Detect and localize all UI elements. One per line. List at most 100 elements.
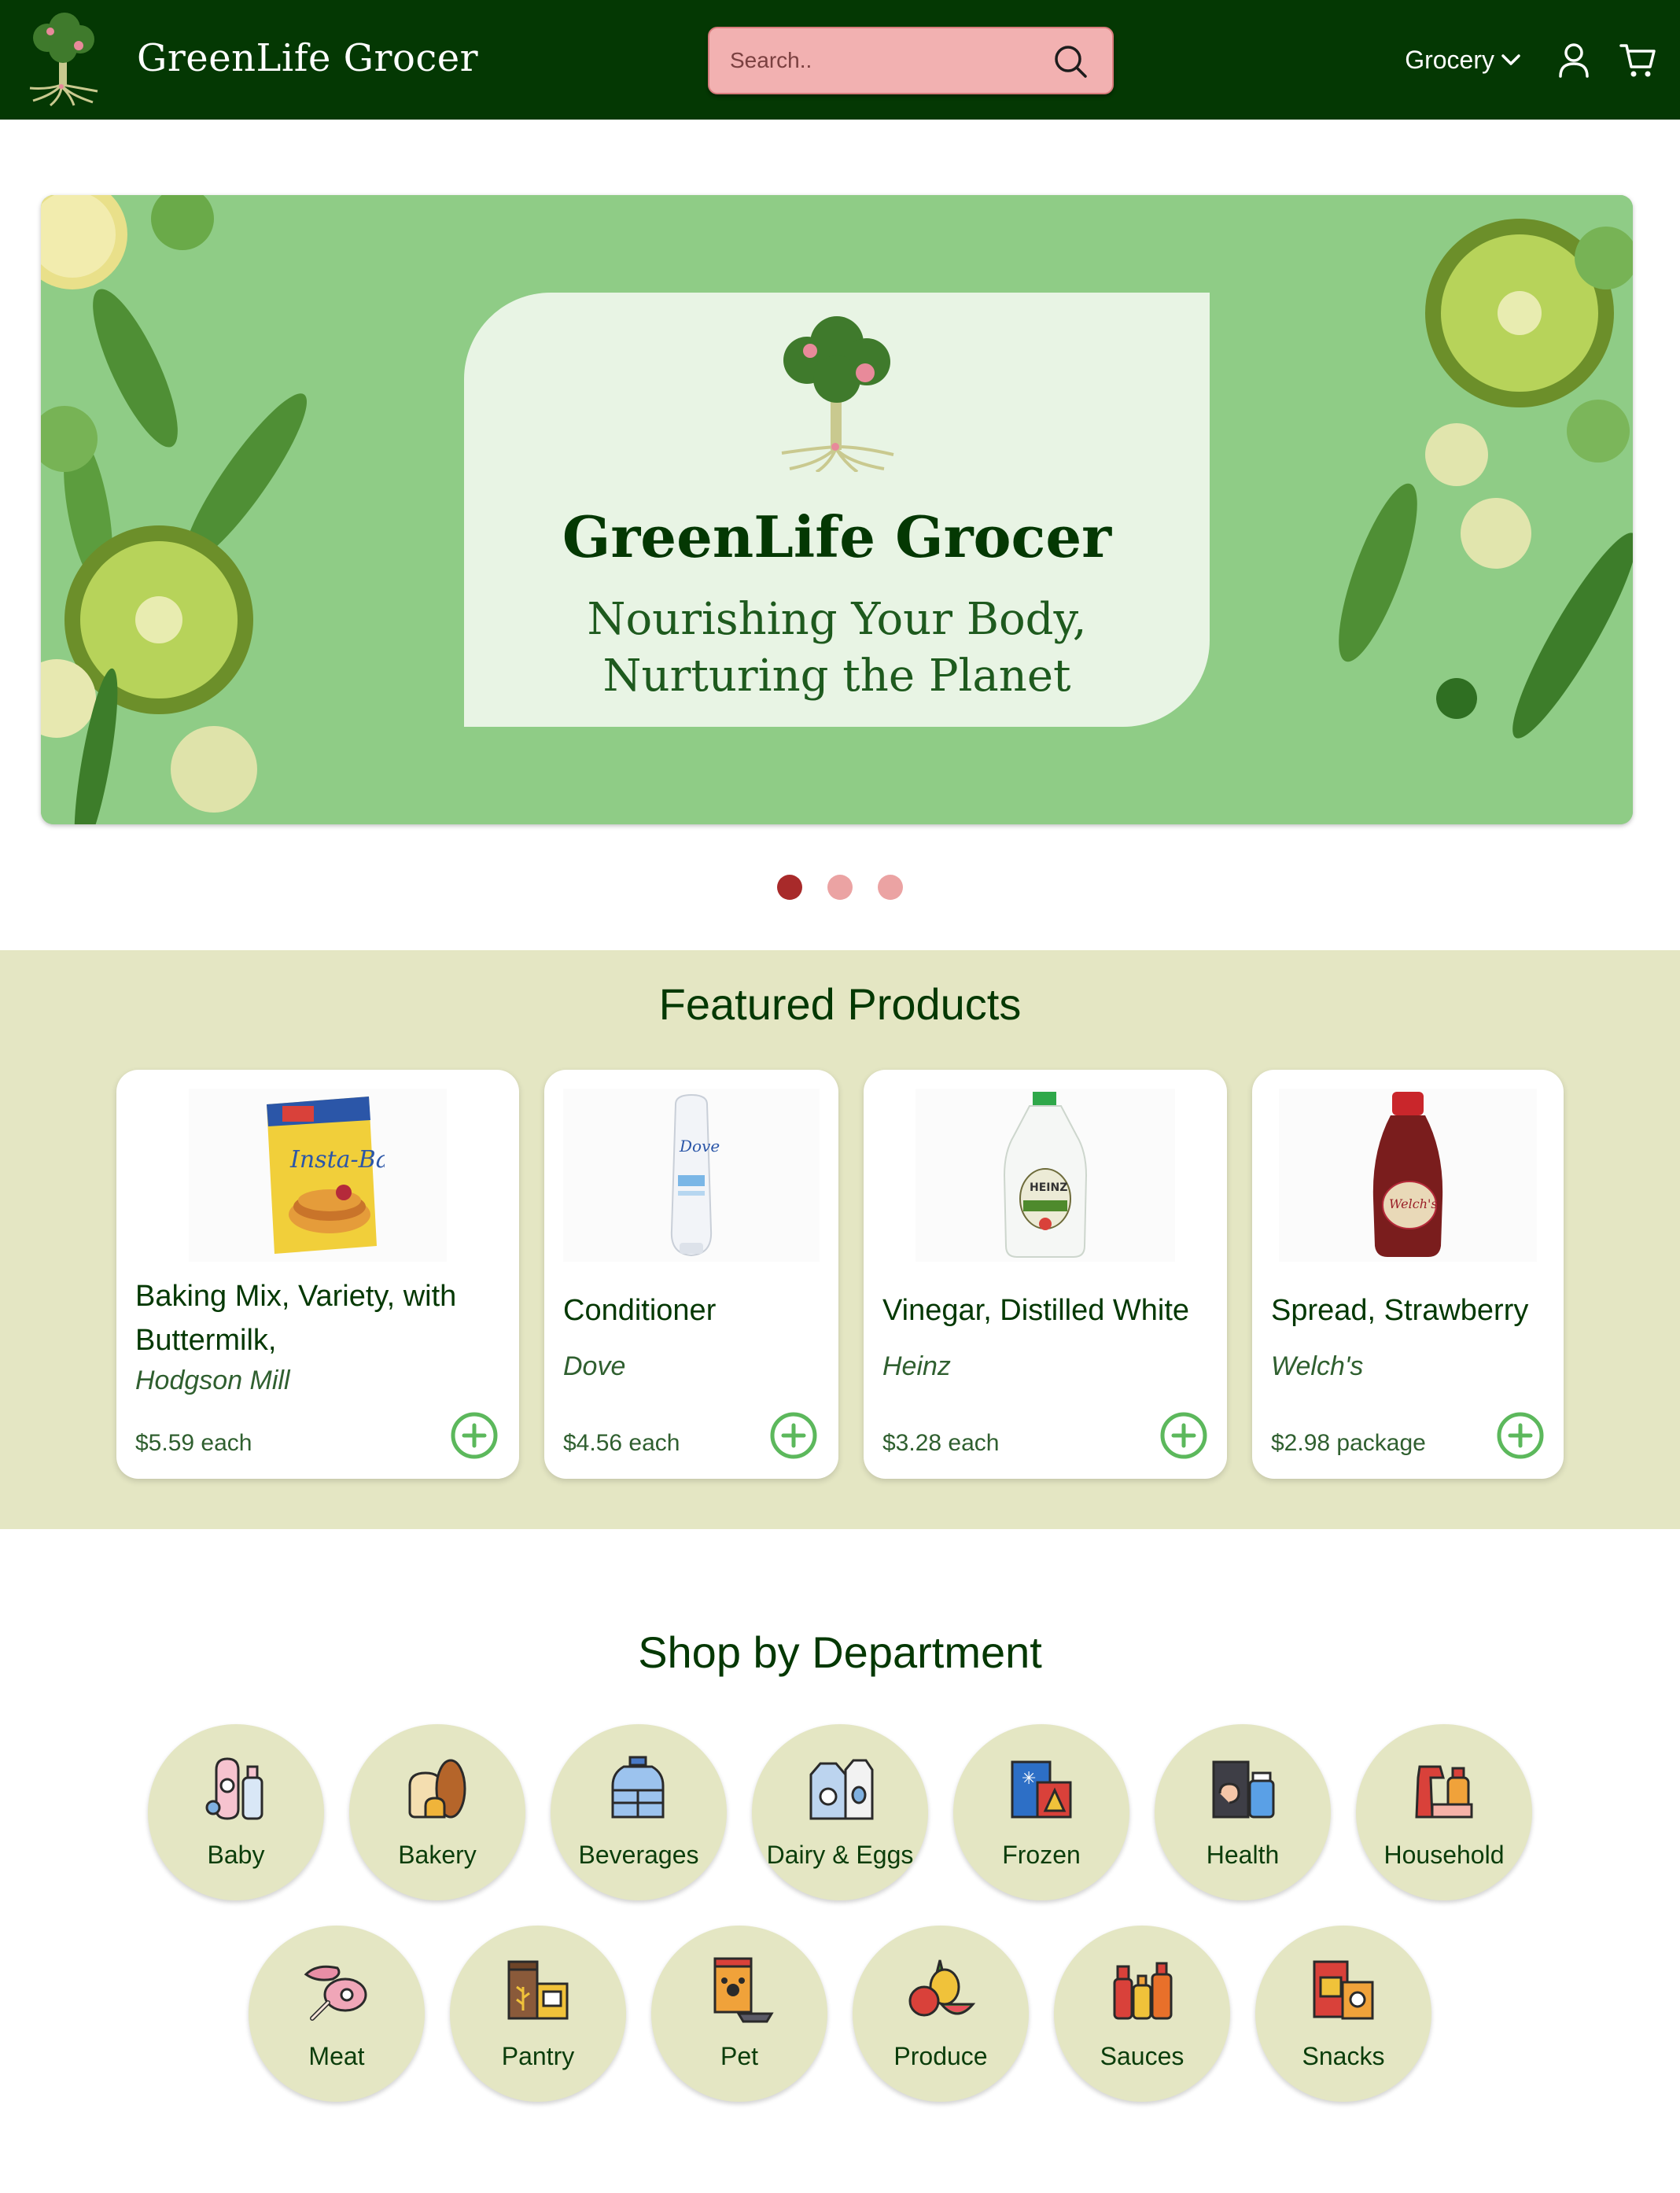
department-label: Pet: [720, 2042, 759, 2070]
department-label: Pantry: [501, 2042, 575, 2070]
water-jug-icon: [611, 1756, 665, 1819]
product-price: $5.59 each: [135, 1430, 252, 1456]
department-label: Bakery: [398, 1841, 477, 1869]
user-icon[interactable]: [1556, 42, 1592, 78]
carousel-dot-3[interactable]: [878, 875, 903, 900]
product-card[interactable]: Insta-Bake Baking Mix, Variety, with But…: [116, 1070, 519, 1479]
product-image[interactable]: HEINZ: [916, 1089, 1175, 1262]
product-price: $3.28 each: [882, 1430, 1000, 1456]
department-meat[interactable]: Meat: [249, 1926, 425, 2102]
hero-banner[interactable]: GreenLife Grocer Nourishing Your Body, N…: [41, 195, 1633, 824]
jam-bottle-icon: Welch's: [1372, 1092, 1443, 1257]
featured-products-section: Featured Products Insta-Bake Baking Mix,…: [0, 950, 1680, 1529]
product-brand: Heinz: [882, 1351, 951, 1381]
department-pet[interactable]: Pet: [651, 1926, 827, 2102]
carousel-dots: [0, 875, 1680, 900]
vinegar-jug-icon: HEINZ: [1003, 1092, 1088, 1258]
product-name-line2: Buttermilk,: [135, 1324, 277, 1357]
product-name[interactable]: Vinegar, Distilled White: [882, 1288, 1221, 1332]
department-label: Sauces: [1100, 2042, 1184, 2070]
department-household[interactable]: Household: [1356, 1724, 1532, 1900]
department-frozen[interactable]: ✳ Frozen: [953, 1724, 1129, 1900]
svg-text:Insta-Bake: Insta-Bake: [289, 1146, 385, 1174]
search-icon[interactable]: [1052, 43, 1089, 79]
navbar: GreenLife Grocer Grocery: [0, 0, 1680, 120]
grocery-dropdown-label: Grocery: [1405, 45, 1494, 74]
department-label: Snacks: [1302, 2042, 1385, 2070]
cleaning-supplies-icon: [1415, 1765, 1473, 1819]
add-to-cart-button[interactable]: [769, 1411, 818, 1460]
product-brand: Welch's: [1271, 1351, 1364, 1381]
search-bar: [708, 27, 1114, 94]
section-title: Shop by Department: [638, 1627, 1042, 1677]
product-brand: Dove: [563, 1351, 626, 1381]
tree-logo-icon: [29, 13, 98, 107]
product-name[interactable]: Conditioner: [563, 1288, 831, 1332]
tree-logo-icon: [781, 316, 894, 472]
search-input[interactable]: [730, 28, 1029, 93]
hero-card: GreenLife Grocer Nourishing Your Body, N…: [464, 293, 1210, 727]
product-card[interactable]: HEINZ Vinegar, Distilled White Heinz $3.…: [864, 1070, 1227, 1479]
department-label: Produce: [893, 2042, 988, 2070]
product-name-line1: Baking Mix, Variety, with: [135, 1280, 457, 1313]
svg-text:✳: ✳: [1022, 1769, 1036, 1789]
product-brand: Hodgson Mill: [135, 1366, 290, 1395]
hero-subtitle: Nourishing Your Body, Nurturing the Plan…: [464, 592, 1210, 705]
svg-text:HEINZ: HEINZ: [1030, 1181, 1067, 1194]
sauce-bottles-icon: [1113, 1962, 1173, 2020]
product-image[interactable]: Welch's: [1279, 1089, 1537, 1262]
add-to-cart-button[interactable]: [450, 1411, 499, 1460]
product-price: $2.98 package: [1271, 1430, 1426, 1456]
product-image[interactable]: Dove: [563, 1089, 820, 1262]
nav-actions: Grocery: [1405, 0, 1658, 120]
product-name[interactable]: Baking Mix, Variety, with Buttermilk,: [135, 1274, 505, 1362]
frozen-food-icon: ✳: [1011, 1760, 1072, 1819]
department-bakery[interactable]: Bakery: [349, 1724, 525, 1900]
baby-bottle-icon: [205, 1757, 263, 1820]
department-pantry[interactable]: Pantry: [450, 1926, 626, 2102]
department-snacks[interactable]: Snacks: [1255, 1926, 1431, 2102]
baking-mix-box-icon: Insta-Bake: [267, 1096, 385, 1254]
department-label: Household: [1383, 1841, 1505, 1869]
cart-icon[interactable]: [1619, 40, 1658, 79]
department-label: Health: [1206, 1841, 1280, 1869]
brand-link[interactable]: GreenLife Grocer: [22, 9, 478, 107]
product-image[interactable]: Insta-Bake: [189, 1089, 447, 1262]
department-baby[interactable]: Baby: [148, 1724, 324, 1900]
chevron-down-icon: [1501, 54, 1520, 65]
carousel-dot-2[interactable]: [827, 875, 853, 900]
svg-text:Dove: Dove: [679, 1137, 720, 1155]
department-dairy-eggs[interactable]: Dairy & Eggs: [752, 1724, 928, 1900]
health-supplements-icon: [1212, 1760, 1275, 1819]
department-label: Meat: [308, 2042, 365, 2070]
milk-carton-icon: [809, 1759, 874, 1820]
section-title: Featured Products: [658, 979, 1022, 1029]
product-name[interactable]: Spread, Strawberry: [1271, 1288, 1562, 1332]
snack-bags-icon: [1313, 1960, 1374, 2020]
hero-subtitle-line2: Nurturing the Planet: [602, 651, 1071, 702]
department-label: Dairy & Eggs: [766, 1841, 914, 1869]
bread-icon: [408, 1759, 466, 1819]
department-label: Beverages: [578, 1841, 699, 1869]
department-label: Frozen: [1002, 1841, 1081, 1869]
grocery-dropdown[interactable]: Grocery: [1405, 46, 1523, 75]
pantry-bag-icon: [507, 1960, 569, 2020]
brand-name: GreenLife Grocer: [137, 36, 479, 80]
add-to-cart-button[interactable]: [1159, 1411, 1208, 1460]
department-beverages[interactable]: Beverages: [551, 1724, 727, 1900]
pet-food-icon: [713, 1957, 774, 2023]
product-card[interactable]: Welch's Spread, Strawberry Welch's $2.98…: [1252, 1070, 1564, 1479]
conditioner-bottle-icon: Dove: [670, 1093, 720, 1257]
product-card[interactable]: Dove Conditioner Dove $4.56 each: [544, 1070, 838, 1479]
hero-title: GreenLife Grocer: [562, 503, 1112, 570]
svg-text:Welch's: Welch's: [1389, 1196, 1438, 1211]
product-price: $4.56 each: [563, 1430, 680, 1456]
department-label: Baby: [207, 1841, 265, 1869]
carousel-dot-1[interactable]: [777, 875, 802, 900]
fruit-basket-icon: [908, 1959, 976, 2017]
hero-subtitle-line1: Nourishing Your Body,: [587, 594, 1087, 645]
add-to-cart-button[interactable]: [1496, 1411, 1545, 1460]
department-produce[interactable]: Produce: [853, 1926, 1029, 2102]
department-sauces[interactable]: Sauces: [1054, 1926, 1230, 2102]
department-health[interactable]: Health: [1155, 1724, 1331, 1900]
